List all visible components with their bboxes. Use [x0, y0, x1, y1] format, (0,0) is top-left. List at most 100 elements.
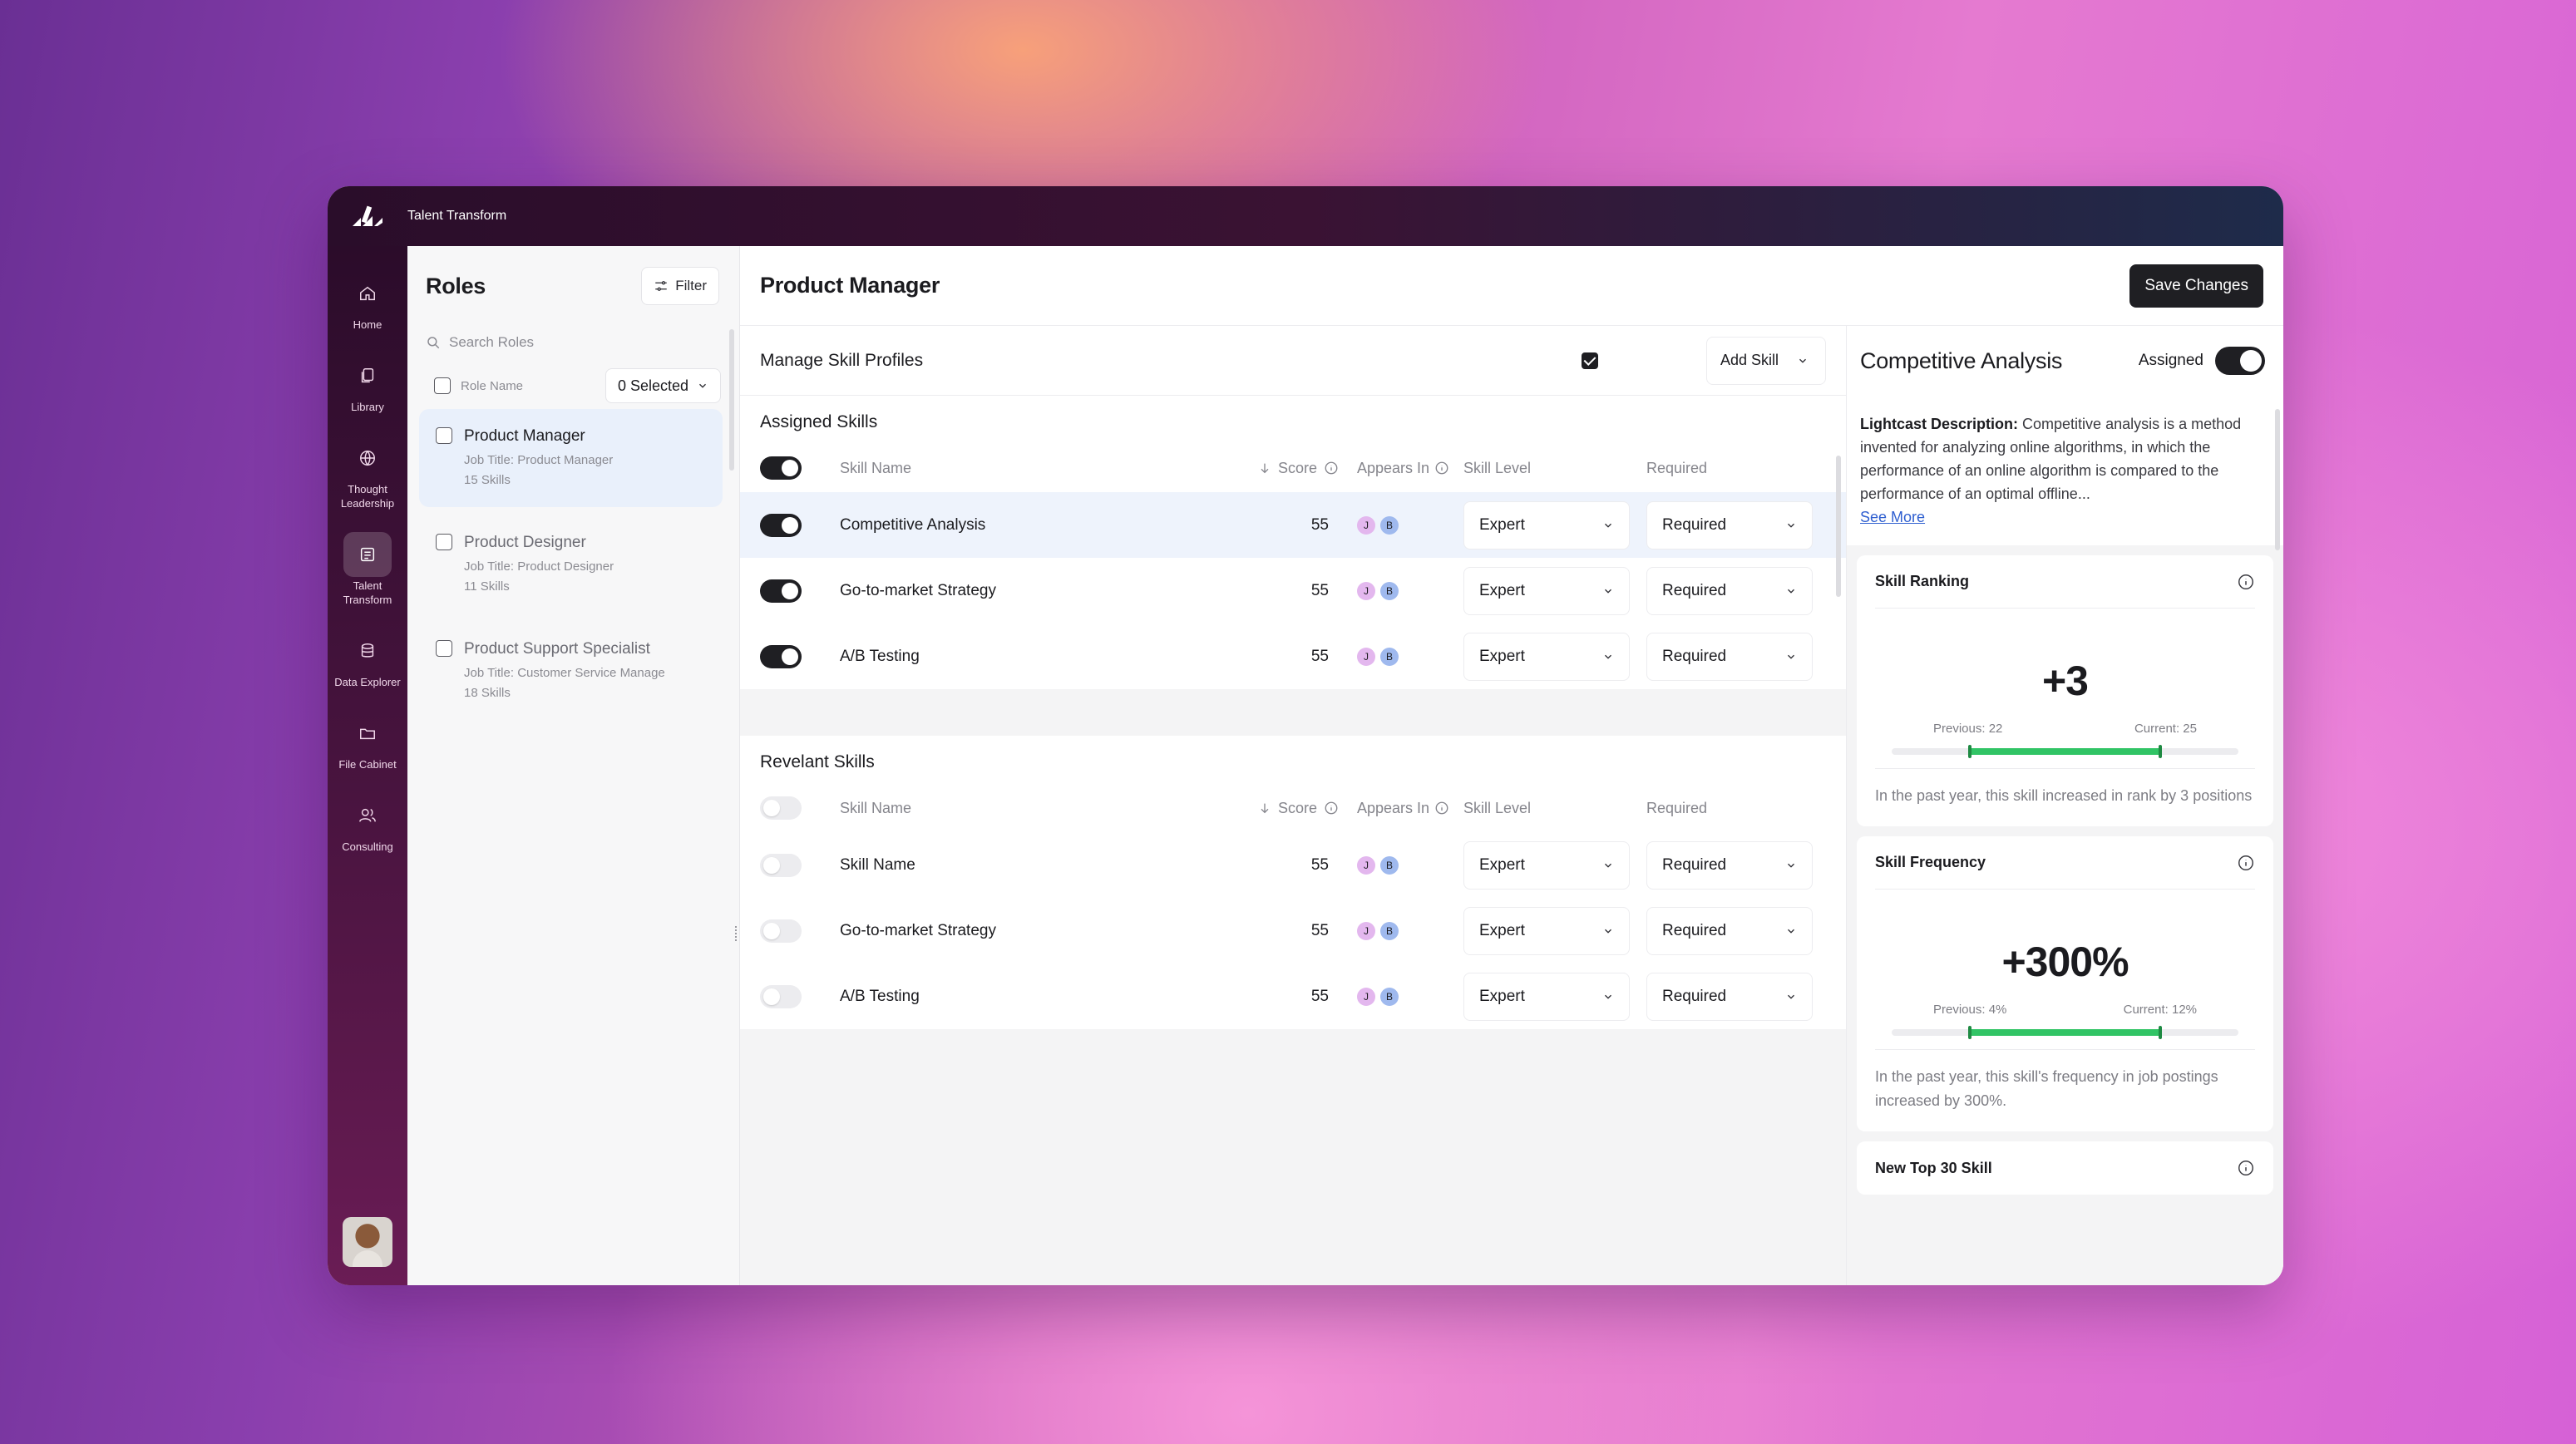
nav-item-talent-transform[interactable]: Talent Transform: [334, 532, 401, 607]
info-icon[interactable]: [1324, 461, 1339, 476]
table-row[interactable]: Competitive Analysis 55 J B Expert Requi…: [740, 492, 1846, 558]
skill-toggle[interactable]: [760, 644, 802, 668]
role-checkbox[interactable]: [436, 427, 452, 444]
info-icon[interactable]: [1324, 801, 1339, 816]
role-skill-count: 11 Skills: [464, 579, 510, 594]
skill-level-dropdown[interactable]: Expert: [1463, 906, 1630, 955]
skill-toggle[interactable]: [760, 579, 802, 603]
chevron-down-icon: [1788, 523, 1794, 528]
required-dropdown[interactable]: Required: [1646, 972, 1813, 1021]
column-skill-level[interactable]: Skill Level: [1463, 460, 1646, 477]
role-item-product-support-specialist[interactable]: Product Support Specialist Job Title: Cu…: [419, 622, 723, 720]
relevant-skills-title: Revelant Skills: [760, 752, 875, 771]
detail-scrollbar[interactable]: [2275, 409, 2280, 550]
filter-label: Filter: [675, 278, 707, 293]
select-all-checkbox[interactable]: [434, 377, 451, 394]
role-name-column: Role Name: [461, 378, 524, 393]
filter-button[interactable]: Filter: [641, 267, 719, 305]
assigned-toggle[interactable]: [2215, 347, 2265, 375]
required-dropdown[interactable]: Required: [1646, 500, 1813, 550]
search-roles[interactable]: Search Roles: [407, 326, 739, 359]
toggle-all-relevant[interactable]: [760, 796, 802, 820]
selected-dropdown[interactable]: 0 Selected: [605, 368, 721, 403]
nav-item-file-cabinet[interactable]: File Cabinet: [334, 711, 401, 771]
progress-fill: [1967, 1029, 2163, 1036]
nav-item-consulting[interactable]: Consulting: [334, 793, 401, 854]
appears-header-label: Appears In: [1357, 459, 1430, 476]
toggle-all-assigned[interactable]: [760, 456, 802, 480]
skill-level-dropdown[interactable]: Expert: [1463, 632, 1630, 681]
column-required[interactable]: Required: [1646, 800, 1821, 817]
info-icon[interactable]: [2237, 854, 2255, 872]
nav-item-home[interactable]: Home: [334, 271, 401, 332]
skill-level-dropdown[interactable]: Expert: [1463, 840, 1630, 890]
resize-handle-icon[interactable]: [735, 926, 740, 941]
column-required[interactable]: Required: [1646, 460, 1821, 477]
skills-panel: Manage Skill Profiles Add Skill Assigned…: [735, 326, 1846, 1285]
skill-level-dropdown[interactable]: Expert: [1463, 566, 1630, 615]
column-skill-level[interactable]: Skill Level: [1463, 800, 1646, 817]
main-panel: Product Manager Save Changes Manage Skil…: [735, 246, 2283, 1285]
skill-level-dropdown[interactable]: Expert: [1463, 500, 1630, 550]
skill-name: A/B Testing: [840, 647, 920, 665]
column-skill-name[interactable]: Skill Name: [840, 800, 1231, 817]
table-row[interactable]: Skill Name 55 J B Expert Required: [740, 832, 1846, 898]
skill-level-dropdown[interactable]: Expert: [1463, 972, 1630, 1021]
skill-toggle[interactable]: [760, 919, 802, 943]
skill-toggle[interactable]: [760, 853, 802, 877]
manage-profiles-checkbox[interactable]: [1581, 352, 1598, 369]
save-changes-button[interactable]: Save Changes: [2129, 264, 2263, 308]
column-appears-in[interactable]: Appears In: [1339, 460, 1463, 477]
table-row[interactable]: A/B Testing 55 J B Expert Required: [740, 623, 1846, 689]
card-header: Skill Ranking: [1875, 555, 2255, 609]
nav-item-thought-leadership[interactable]: Thought Leadership: [334, 436, 401, 510]
required-dropdown[interactable]: Required: [1646, 906, 1813, 955]
column-appears-in[interactable]: Appears In: [1339, 800, 1463, 817]
previous-marker: [1967, 1026, 1971, 1039]
skill-detail-panel: Competitive Analysis Assigned Lightcast …: [1846, 326, 2283, 1285]
column-score[interactable]: Score: [1231, 800, 1339, 817]
see-more-link[interactable]: See More: [1860, 509, 1925, 525]
skill-toggle[interactable]: [760, 513, 802, 537]
role-item-product-manager[interactable]: Product Manager Job Title: Product Manag…: [419, 409, 723, 507]
appears-badge-b: B: [1380, 921, 1399, 940]
column-skill-name[interactable]: Skill Name: [840, 460, 1231, 477]
app-window: Talent Transform Home Library Thought Le…: [328, 186, 2283, 1285]
add-skill-button[interactable]: Add Skill: [1705, 336, 1826, 385]
required-dropdown[interactable]: Required: [1646, 840, 1813, 890]
nav-label: Data Explorer: [334, 676, 401, 688]
top-bar: Talent Transform: [328, 186, 2283, 246]
required-dropdown[interactable]: Required: [1646, 566, 1813, 615]
role-checkbox[interactable]: [436, 640, 452, 657]
skill-toggle[interactable]: [760, 984, 802, 1008]
info-icon[interactable]: [1434, 461, 1449, 476]
required-value: Required: [1662, 581, 1727, 599]
table-row[interactable]: A/B Testing 55 J B Expert Required: [740, 963, 1846, 1029]
table-row[interactable]: Go-to-market Strategy 55 J B Expert Requ…: [740, 898, 1846, 963]
brand-logo-icon[interactable]: [328, 186, 407, 246]
skill-name: Skill Name: [840, 855, 915, 874]
skill-ranking-card: Skill Ranking +3 Previous: 22 Current: 2…: [1857, 555, 2273, 826]
required-dropdown[interactable]: Required: [1646, 632, 1813, 681]
list-icon: [343, 532, 392, 577]
skills-scrollbar[interactable]: [1836, 456, 1841, 597]
info-icon[interactable]: [2237, 573, 2255, 591]
new-top-30-skill-card: New Top 30 Skill: [1857, 1141, 2273, 1195]
user-avatar[interactable]: [343, 1217, 392, 1267]
role-item-product-designer[interactable]: Product Designer Job Title: Product Desi…: [419, 515, 723, 614]
page-title: Product Manager: [760, 273, 940, 298]
role-checkbox[interactable]: [436, 534, 452, 550]
manage-skill-profiles-bar: Manage Skill Profiles Add Skill: [740, 326, 1846, 396]
info-icon[interactable]: [1434, 801, 1449, 816]
chevron-down-icon: [1605, 863, 1611, 868]
nav-item-library[interactable]: Library: [334, 353, 401, 414]
roles-scrollbar[interactable]: [729, 329, 734, 471]
appears-badge-b: B: [1380, 987, 1399, 1006]
nav-item-data-explorer[interactable]: Data Explorer: [334, 628, 401, 689]
role-skill-count: 15 Skills: [464, 473, 511, 487]
search-input[interactable]: Search Roles: [449, 334, 534, 351]
info-icon[interactable]: [2237, 1159, 2255, 1177]
column-score[interactable]: Score: [1231, 460, 1339, 477]
table-row[interactable]: Go-to-market Strategy 55 J B Expert Requ…: [740, 558, 1846, 623]
detail-header: Competitive Analysis Assigned: [1847, 326, 2283, 396]
